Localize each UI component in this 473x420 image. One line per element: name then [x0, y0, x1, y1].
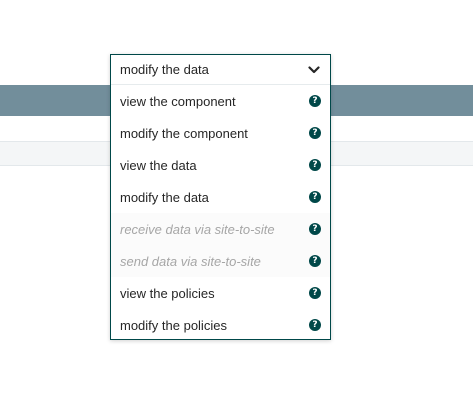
help-icon[interactable]: ? [309, 127, 321, 139]
option-label: modify the component [120, 125, 248, 141]
option-view-the-policies[interactable]: view the policies ? [111, 277, 330, 309]
policy-action-dropdown[interactable]: modify the data view the component ? mod… [110, 54, 331, 340]
help-icon[interactable]: ? [309, 95, 321, 107]
selected-label: modify the data [120, 62, 209, 77]
option-label: receive data via site-to-site [120, 221, 275, 237]
option-modify-the-component[interactable]: modify the component ? [111, 117, 330, 149]
help-icon[interactable]: ? [309, 223, 321, 235]
dropdown-selected-value[interactable]: modify the data [111, 55, 330, 85]
option-label: view the component [120, 93, 236, 109]
option-send-data-via-site-to-site: send data via site-to-site ? [111, 245, 330, 277]
option-label: send data via site-to-site [120, 253, 261, 269]
option-modify-the-policies[interactable]: modify the policies ? [111, 309, 330, 341]
help-icon[interactable]: ? [309, 255, 321, 267]
option-view-the-data[interactable]: view the data ? [111, 149, 330, 181]
option-label: view the data [120, 157, 197, 173]
help-icon[interactable]: ? [309, 191, 321, 203]
option-label: view the policies [120, 285, 215, 301]
option-modify-the-data[interactable]: modify the data ? [111, 181, 330, 213]
help-icon[interactable]: ? [309, 287, 321, 299]
chevron-down-icon[interactable] [307, 63, 321, 77]
option-label: modify the data [120, 189, 209, 205]
option-view-the-component[interactable]: view the component ? [111, 85, 330, 117]
help-icon[interactable]: ? [309, 319, 321, 331]
help-icon[interactable]: ? [309, 159, 321, 171]
option-receive-data-via-site-to-site: receive data via site-to-site ? [111, 213, 330, 245]
option-label: modify the policies [120, 317, 227, 333]
policy-page: modify the data view the component ? mod… [0, 0, 473, 420]
